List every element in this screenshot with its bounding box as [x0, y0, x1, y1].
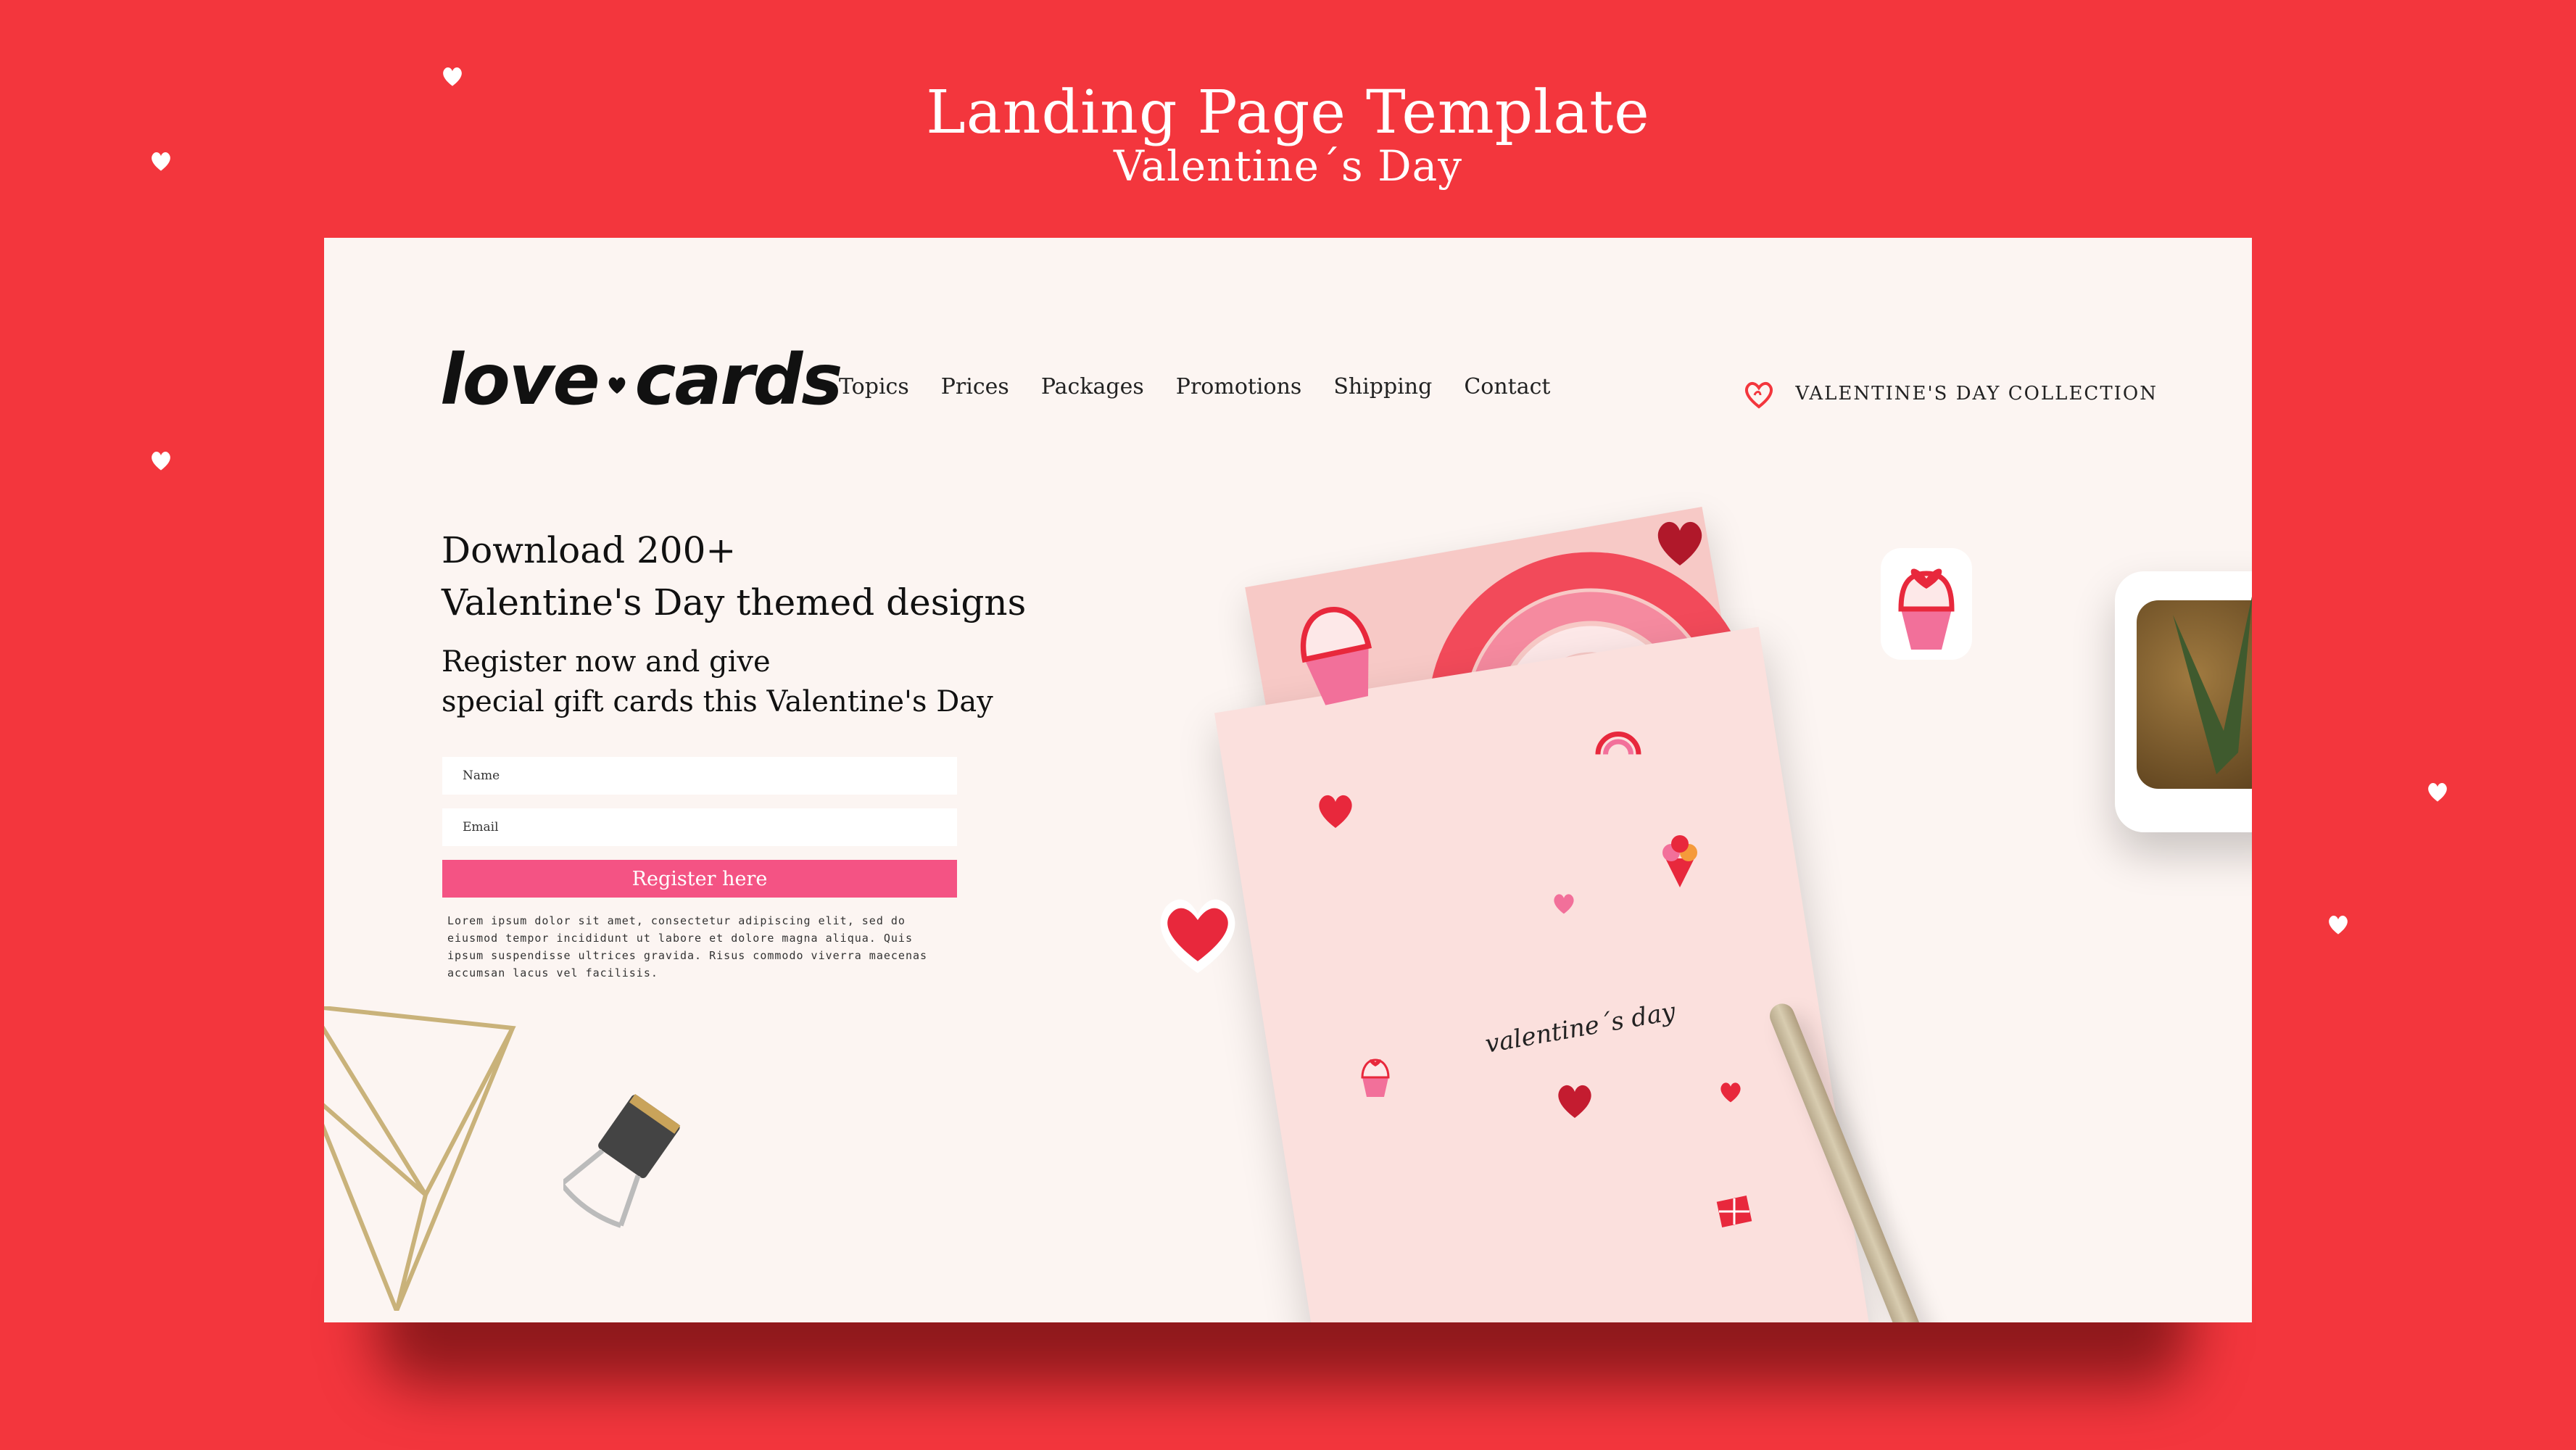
succulent-plant: [2173, 596, 2252, 774]
nav-promotions[interactable]: Promotions: [1176, 374, 1302, 399]
disclaimer-text: Lorem ipsum dolor sit amet, consectetur …: [447, 914, 928, 979]
headline-line-1: Download 200+: [442, 529, 737, 571]
register-button[interactable]: Register here: [442, 860, 957, 898]
gift-box-icon: [1716, 1196, 1752, 1227]
collection-link[interactable]: VALENTINE'S DAY COLLECTION: [1742, 378, 2158, 410]
collection-label: VALENTINE'S DAY COLLECTION: [1795, 383, 2158, 405]
nav-prices[interactable]: Prices: [941, 374, 1009, 399]
rainbow-icon: [1595, 732, 1641, 755]
cupcake-icon: [1361, 1058, 1390, 1097]
subline-line-2: special gift cards this Valentine's Day: [442, 685, 993, 718]
heart-outline-icon: [1745, 381, 1773, 409]
name-field[interactable]: [442, 757, 957, 795]
email-field[interactable]: [442, 808, 957, 846]
heart-icon: [2329, 916, 2348, 935]
hero-headline: Download 200+ Valentine's Day themed des…: [442, 524, 1026, 629]
landing-page-mockup: love cards Topics Prices Packages Promoti…: [324, 238, 2252, 1322]
nav-shipping[interactable]: Shipping: [1333, 374, 1432, 399]
nav-topics[interactable]: Topics: [839, 374, 909, 399]
heart-sticker: [1160, 899, 1235, 974]
main-nav: Topics Prices Packages Promotions Shippi…: [839, 374, 1582, 399]
brand-logo[interactable]: love cards: [440, 339, 843, 420]
card-front: [1214, 626, 1870, 1322]
heart-icon: [1554, 894, 1574, 914]
geometric-wire-decoration: [324, 1006, 516, 1311]
heart-icon: [1720, 1082, 1741, 1103]
template-title: Landing Page Template: [926, 78, 1650, 147]
bouquet-icon: [1662, 835, 1697, 887]
heart-icon: [1657, 521, 1702, 566]
binder-clip: [563, 1093, 681, 1228]
brand-word-love: love: [440, 339, 600, 420]
heart-icon: [608, 377, 625, 394]
hero-subline: Register now and give special gift cards…: [442, 642, 993, 722]
heart-icon: [152, 452, 170, 471]
heart-icon: [1558, 1085, 1591, 1118]
headline-line-2: Valentine's Day themed designs: [442, 581, 1027, 624]
subline-line-1: Register now and give: [442, 645, 771, 679]
template-subtitle: Valentine´s Day: [1114, 141, 1462, 191]
heart-icon: [1319, 795, 1352, 828]
brand-word-cards: cards: [634, 339, 843, 420]
cupcake-icon: [1300, 606, 1372, 705]
cupcake-sticker: [1881, 548, 1972, 660]
heart-icon: [2428, 783, 2447, 802]
nav-contact[interactable]: Contact: [1464, 374, 1550, 399]
nav-packages[interactable]: Packages: [1041, 374, 1144, 399]
